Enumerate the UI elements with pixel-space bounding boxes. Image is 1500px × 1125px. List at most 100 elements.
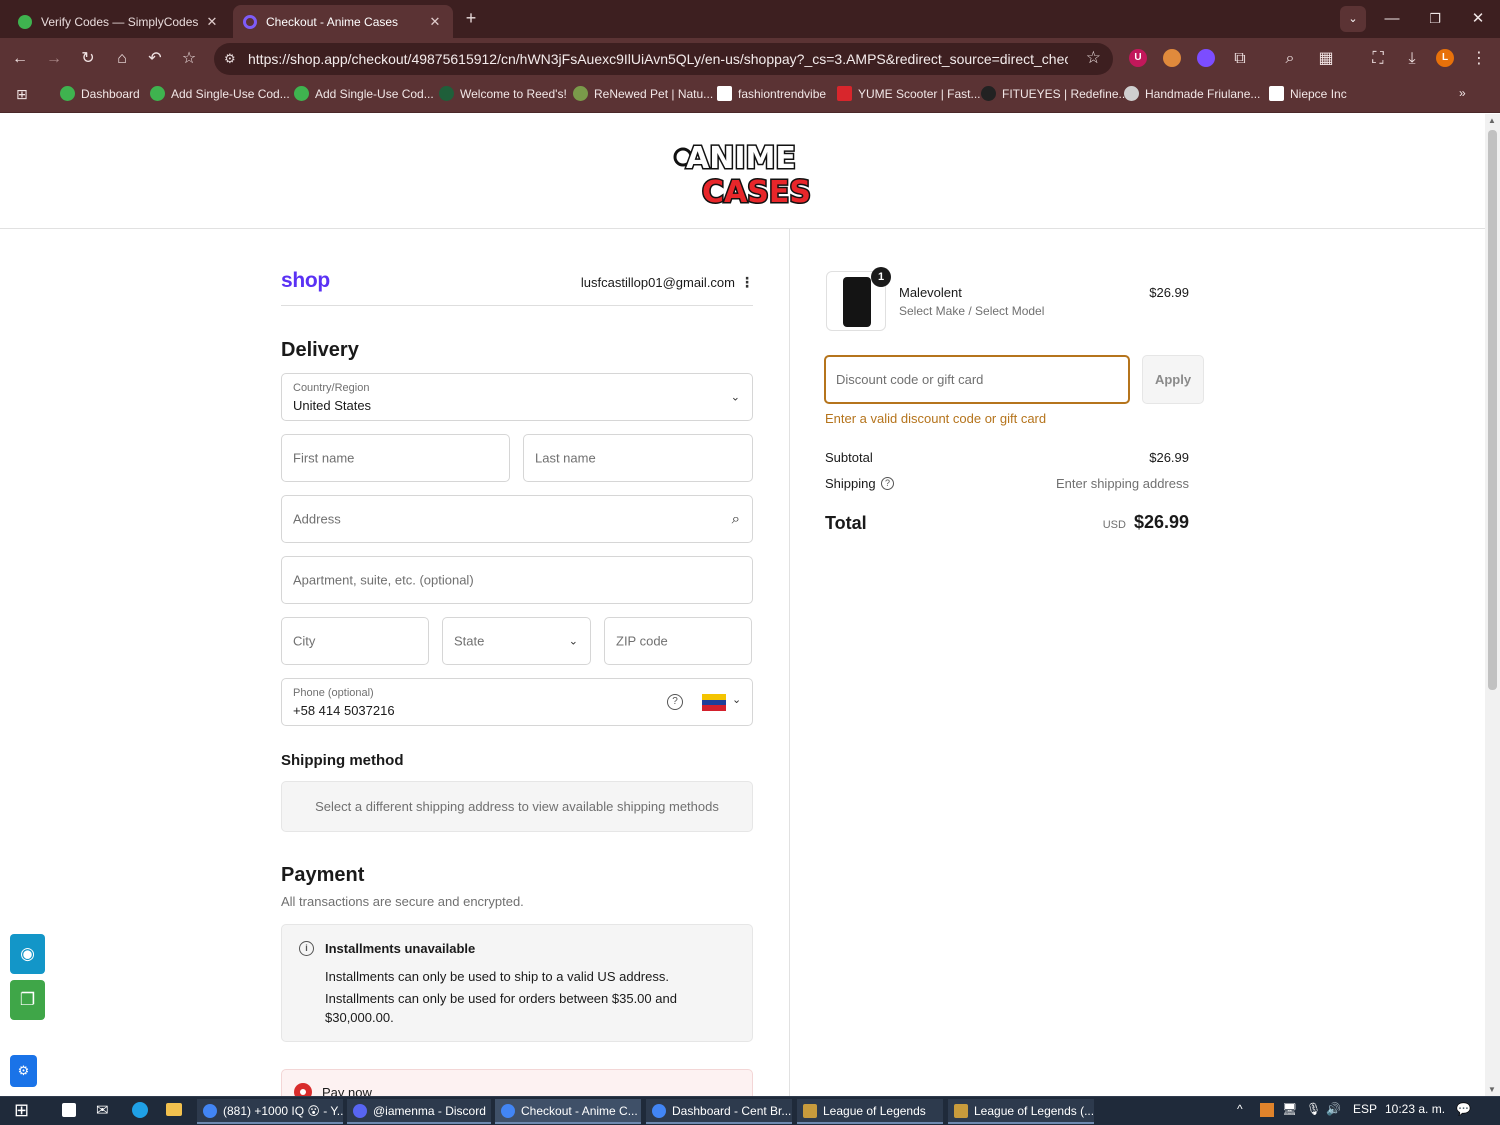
account-menu-icon[interactable]: ⋮: [740, 274, 754, 291]
bookmark-favicon-icon: [439, 86, 454, 101]
back-icon[interactable]: ←: [8, 47, 32, 71]
state-select[interactable]: State ⌄: [442, 617, 591, 665]
apply-discount-button[interactable]: Apply: [1142, 355, 1204, 404]
bookmark-renewed-pet[interactable]: ReNewed Pet | Natu...: [573, 86, 713, 101]
scroll-thumb[interactable]: [1488, 130, 1497, 690]
home-icon[interactable]: ⌂: [110, 47, 134, 71]
pay-now-option[interactable]: Pay now: [281, 1069, 753, 1096]
bookmark-reeds[interactable]: Welcome to Reed's!: [439, 86, 567, 101]
taskbar-item-youtube[interactable]: (881) +1000 IQ 😮 - Y...: [197, 1099, 343, 1124]
site-settings-icon[interactable]: ⚙: [224, 51, 244, 67]
bookmark-dashboard[interactable]: Dashboard: [60, 86, 140, 101]
close-tab-icon[interactable]: ✕: [204, 14, 220, 30]
chevron-down-icon[interactable]: ⌄: [732, 693, 741, 706]
zoom-search-icon[interactable]: ⌕: [1278, 47, 1302, 71]
more-bookmarks-icon[interactable]: »: [1459, 86, 1466, 100]
bookmark-fashiontrendvibe[interactable]: fashiontrendvibe: [717, 86, 826, 101]
download-icon[interactable]: ⤓: [1400, 47, 1424, 71]
payment-title: Payment: [281, 864, 365, 886]
discount-input[interactable]: [836, 357, 1116, 402]
taskbar-item-checkout[interactable]: Checkout - Anime C...: [495, 1099, 641, 1124]
country-select[interactable]: Country/Region United States ⌄: [281, 373, 753, 421]
logo-line2: CASES: [702, 175, 811, 210]
product-variant: Select Make / Select Model: [899, 304, 1045, 318]
apartment-field[interactable]: Apartment, suite, etc. (optional): [281, 556, 753, 604]
apartment-placeholder: Apartment, suite, etc. (optional): [293, 572, 474, 588]
close-window-icon[interactable]: ✕: [1464, 6, 1492, 32]
anime-cases-logo[interactable]: ANIME CASES: [672, 132, 814, 210]
scroll-down-icon[interactable]: ▼: [1488, 1085, 1496, 1094]
discount-field[interactable]: [824, 355, 1130, 404]
clock[interactable]: 10:23 a. m.: [1385, 1102, 1445, 1116]
bookmark-add-single-use-2[interactable]: Add Single-Use Cod...: [294, 86, 434, 101]
ublock-extension-icon[interactable]: U: [1129, 49, 1147, 67]
bookmark-add-single-use-1[interactable]: Add Single-Use Cod...: [150, 86, 290, 101]
reload-icon[interactable]: ↻: [76, 47, 100, 71]
taskbar-item-league[interactable]: League of Legends: [797, 1099, 943, 1124]
microphone-icon[interactable]: 🎙: [1306, 1102, 1321, 1116]
address-bar[interactable]: ⚙ https://shop.app/checkout/49875615912/…: [214, 43, 1113, 75]
simplycodes-extension-icon[interactable]: [1197, 49, 1215, 67]
tray-chevron-up-icon[interactable]: ^: [1237, 1102, 1243, 1116]
address-field[interactable]: Address ⌕: [281, 495, 753, 543]
profile-avatar-icon[interactable]: L: [1436, 49, 1454, 67]
browser-menu-icon[interactable]: ⋮: [1467, 47, 1491, 71]
phone-field[interactable]: Phone (optional) +58 414 5037216 ? ⌄: [281, 678, 753, 726]
scroll-up-icon[interactable]: ▲: [1488, 116, 1496, 125]
taskbar-item-league-2[interactable]: League of Legends (...: [948, 1099, 1094, 1124]
chrome-icon: [203, 1103, 217, 1118]
chrome-icon: [652, 1103, 666, 1118]
copy-icon[interactable]: ❐: [10, 980, 45, 1020]
apps-grid-icon[interactable]: ⊞: [16, 86, 28, 103]
minimize-icon[interactable]: —: [1378, 6, 1406, 32]
restore-icon[interactable]: ❐: [1421, 6, 1449, 32]
bookmark-niepce[interactable]: Niepce Inc: [1269, 86, 1347, 101]
taskbar-item-discord[interactable]: @iamenma - Discord: [347, 1099, 491, 1124]
product-name: Malevolent: [899, 285, 962, 300]
taskbar-item-dashboard[interactable]: Dashboard - Cent Br...: [646, 1099, 792, 1124]
undo-icon[interactable]: ↶: [143, 47, 167, 71]
close-tab-icon[interactable]: ✕: [427, 14, 443, 30]
shipping-value: Enter shipping address: [1056, 476, 1189, 491]
bookmark-handmade-friulane[interactable]: Handmade Friulane...: [1124, 86, 1260, 101]
file-explorer-icon[interactable]: [166, 1103, 182, 1116]
crop-screenshot-icon[interactable]: ⛶: [1366, 47, 1390, 71]
first-name-field[interactable]: First name: [281, 434, 510, 482]
eye-icon[interactable]: ◉: [10, 934, 45, 974]
bookmark-yume-scooter[interactable]: YUME Scooter | Fast...: [837, 86, 980, 101]
settings-gear-icon[interactable]: ⚙: [10, 1055, 37, 1087]
cookie-extension-icon[interactable]: [1163, 49, 1181, 67]
tab-checkout[interactable]: Checkout - Anime Cases ✕: [233, 5, 453, 38]
tab-search-dropdown-icon[interactable]: ⌄: [1340, 6, 1366, 32]
volume-icon[interactable]: 🔊: [1326, 1102, 1341, 1116]
tray-app-icon[interactable]: [1260, 1103, 1274, 1117]
zip-field[interactable]: ZIP code: [604, 617, 752, 665]
start-grid-icon[interactable]: ⊞: [14, 1100, 29, 1121]
new-tab-button[interactable]: +: [462, 8, 480, 29]
city-field[interactable]: City: [281, 617, 429, 665]
venezuela-flag-icon[interactable]: [702, 694, 726, 711]
radio-selected-icon[interactable]: [294, 1083, 312, 1096]
extensions-puzzle-icon[interactable]: ⧉: [1228, 47, 1252, 71]
discord-icon: [353, 1103, 367, 1118]
qr-code-icon[interactable]: ▦: [1314, 47, 1338, 71]
input-language[interactable]: ESP: [1353, 1102, 1377, 1116]
url-text[interactable]: https://shop.app/checkout/49875615912/cn…: [248, 51, 1068, 67]
page-scrollbar[interactable]: ▲ ▼: [1485, 114, 1500, 1096]
store-icon[interactable]: [62, 1103, 76, 1117]
mail-icon[interactable]: ✉: [96, 1101, 109, 1119]
tab-verify-codes[interactable]: Verify Codes — SimplyCodes ✕: [8, 5, 230, 38]
edge-icon[interactable]: [132, 1102, 148, 1118]
shipping-help-icon[interactable]: ?: [881, 477, 894, 490]
last-name-field[interactable]: Last name: [523, 434, 753, 482]
first-name-placeholder: First name: [293, 450, 355, 466]
bookmark-fitueyes[interactable]: FITUEYES | Redefine...: [981, 86, 1129, 101]
forward-icon[interactable]: →: [42, 47, 66, 71]
bookmark-star-icon[interactable]: ☆: [177, 47, 201, 71]
bookmark-favicon-icon: [150, 86, 165, 101]
help-icon[interactable]: ?: [667, 694, 683, 710]
notifications-icon[interactable]: 💬: [1456, 1102, 1471, 1116]
bookmark-page-icon[interactable]: ☆: [1086, 48, 1101, 68]
zip-placeholder: ZIP code: [616, 633, 668, 649]
network-icon[interactable]: 🖥: [1282, 1102, 1297, 1116]
